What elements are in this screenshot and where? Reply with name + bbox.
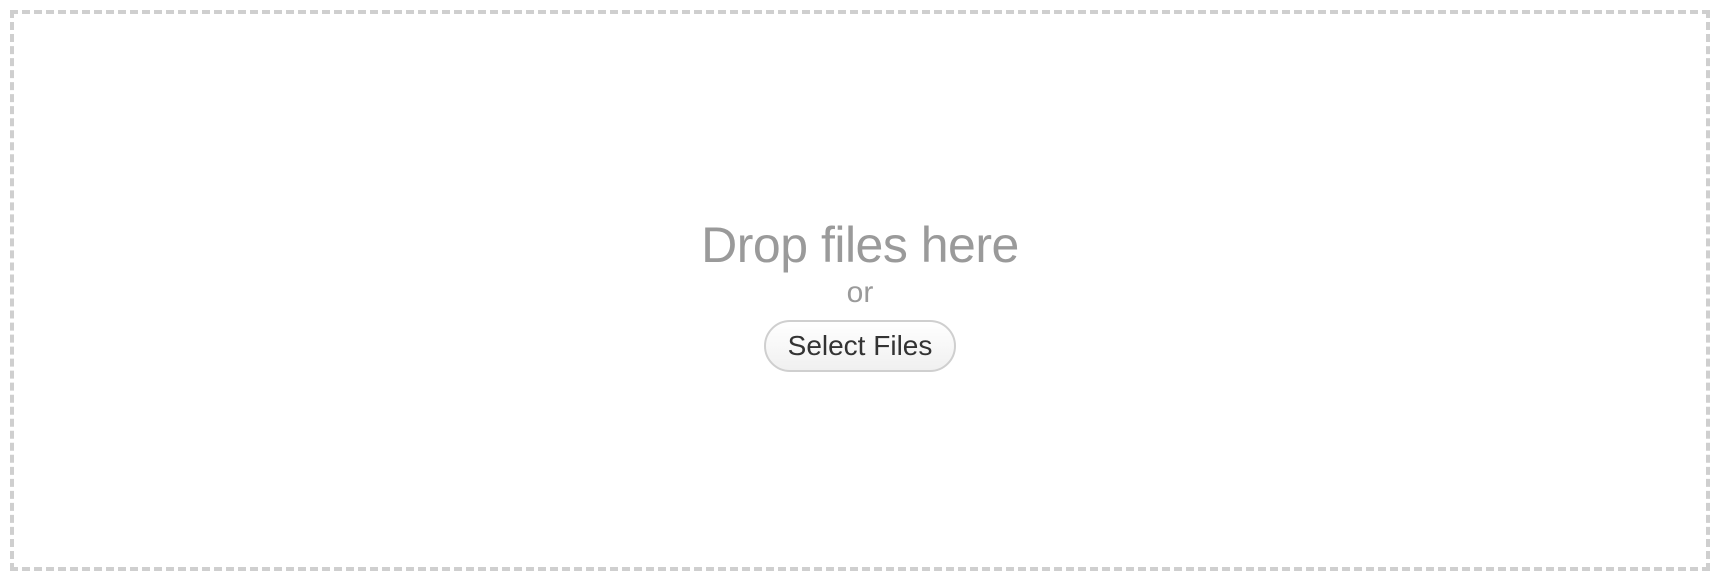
drop-files-title: Drop files here xyxy=(701,217,1019,273)
drop-zone-content: Drop files here or Select Files xyxy=(14,217,1706,372)
or-separator-text: or xyxy=(846,276,874,309)
select-files-button[interactable]: Select Files xyxy=(763,320,957,372)
file-drop-zone[interactable]: Drop files here or Select Files xyxy=(10,10,1710,571)
